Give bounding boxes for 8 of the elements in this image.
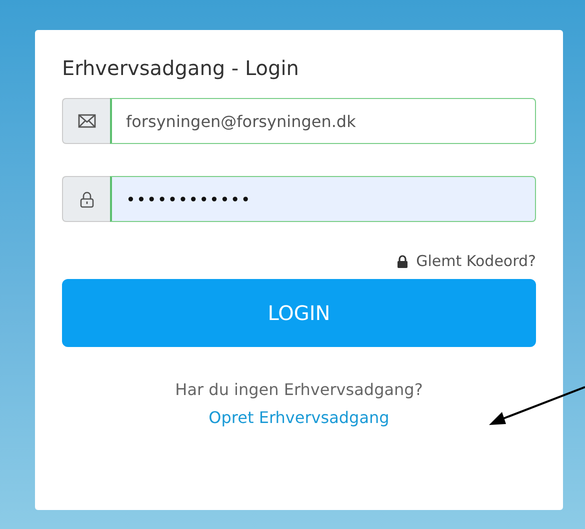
signup-prompt: Har du ingen Erhvervsadgang?: [175, 379, 423, 401]
padlock-icon: [62, 176, 110, 222]
password-field[interactable]: ••••••••••••: [110, 176, 536, 222]
form-title: Erhvervsadgang - Login: [62, 56, 300, 80]
email-field[interactable]: forsyningen@forsyningen.dk: [110, 98, 536, 144]
forgot-password-link[interactable]: Glemt Kodeord?: [397, 252, 536, 270]
padlock-icon: [397, 254, 408, 268]
envelope-icon: [62, 98, 110, 144]
